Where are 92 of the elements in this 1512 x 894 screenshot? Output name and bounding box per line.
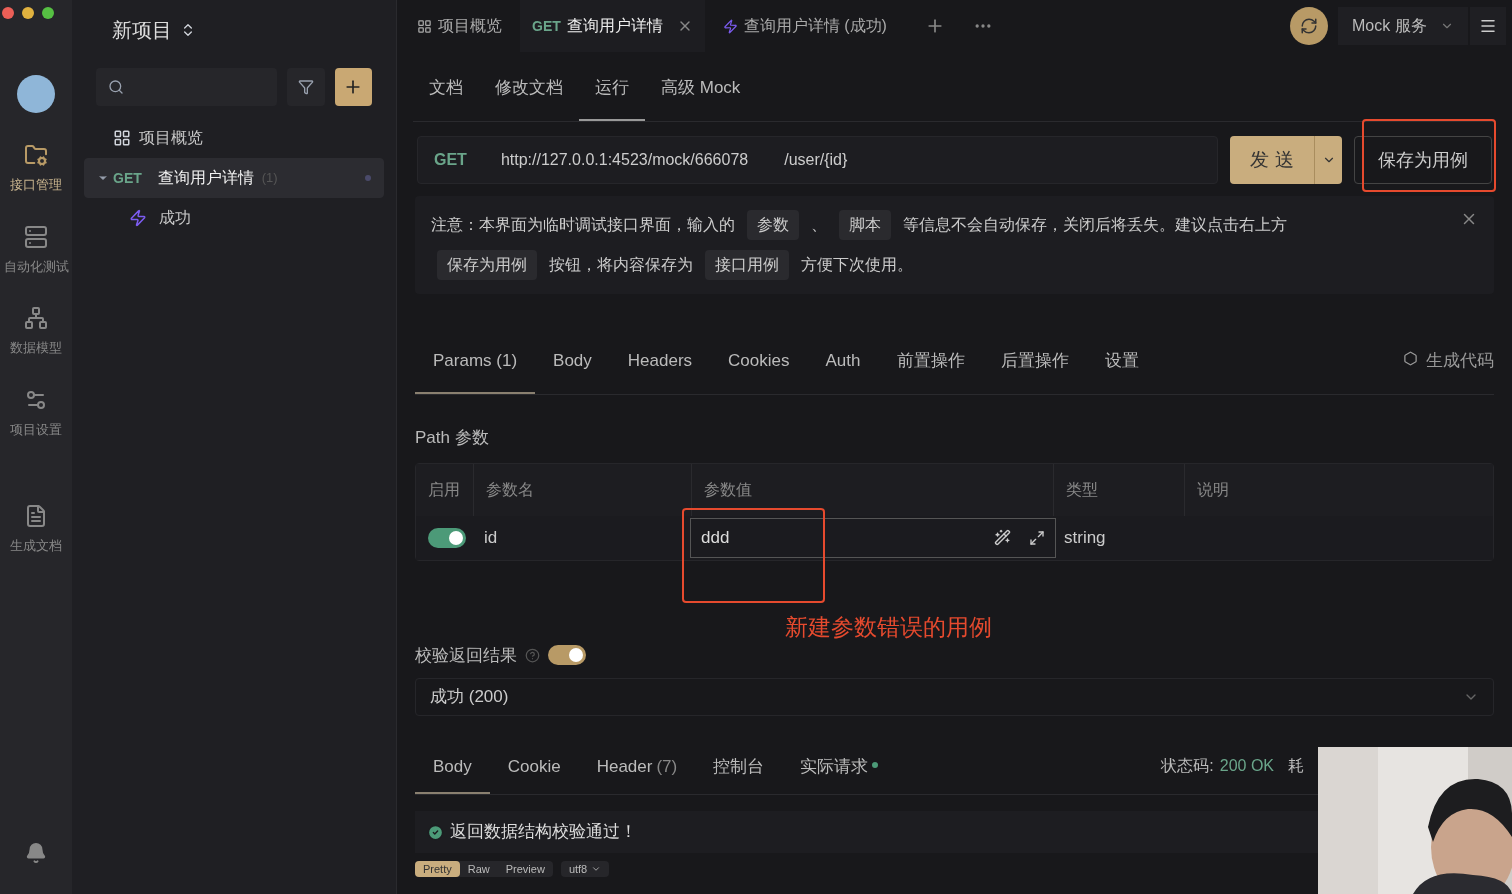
minimize-window-button[interactable] [22, 7, 34, 19]
doc-tab[interactable]: 文档 [413, 67, 479, 121]
response-tab[interactable]: 控制台 [695, 746, 783, 794]
column-header: 参数值 [692, 463, 1054, 516]
menu-icon [1479, 17, 1497, 35]
request-tab[interactable]: Cookies [710, 348, 808, 394]
doc-tab[interactable]: 运行 [579, 67, 645, 121]
search-icon [108, 79, 124, 95]
elapsed-label: 耗 [1288, 756, 1304, 776]
column-header: 启用 [416, 463, 474, 516]
editor-tab[interactable]: 项目概览 [405, 0, 514, 52]
filter-icon [297, 79, 314, 95]
value-field[interactable]: ddd [690, 517, 1056, 558]
response-tab[interactable]: 实际请求 [782, 746, 897, 794]
add-button[interactable] [334, 68, 372, 106]
service-select[interactable]: Mock 服务 [1338, 7, 1468, 45]
server-icon [24, 224, 48, 249]
column-header: 参数名 [474, 463, 692, 516]
nav-item[interactable]: 数据模型 [0, 306, 72, 358]
format-tab[interactable]: Raw [459, 861, 498, 877]
url-field[interactable]: GET http://127.0.0.1:4523/mock/666078 /user/{id} [417, 136, 1218, 184]
table-cell-text: string [1063, 526, 1107, 549]
section-title: Path 参数 [415, 427, 490, 449]
encoding-select[interactable]: utf8 [560, 861, 610, 877]
notice-text: 、 [811, 215, 827, 235]
notice-text: 注意：本界面为临时调试接口界面，输入的 [431, 215, 735, 235]
format-tab[interactable]: Pretty [415, 861, 460, 877]
format-tab[interactable]: Preview [497, 861, 553, 877]
status-value: 200 OK [1219, 756, 1274, 776]
notice-chip: 保存为用例 [437, 250, 537, 280]
search-field[interactable] [96, 68, 278, 106]
request-tab[interactable]: Auth [807, 348, 879, 394]
status-label: 状态码: [1161, 756, 1214, 776]
filter-button[interactable] [287, 68, 325, 106]
validate-switch[interactable] [548, 645, 586, 666]
bell-icon[interactable] [25, 842, 47, 864]
tree-item[interactable]: 项目概览 [84, 118, 384, 158]
tree-item[interactable]: 成功 [84, 198, 384, 238]
network-icon [24, 306, 48, 330]
save-as-case-button[interactable]: 保存为用例 [1354, 136, 1492, 184]
notice-chip: 接口用例 [705, 250, 789, 280]
response-tab[interactable]: Body [415, 746, 490, 794]
send-button[interactable]: 发 送 [1230, 136, 1314, 184]
help-icon[interactable] [525, 647, 540, 663]
close-window-button[interactable] [2, 7, 14, 19]
hexagon-icon [1403, 351, 1418, 366]
response-select[interactable]: 成功 (200) [415, 678, 1494, 716]
request-tab[interactable]: 前置操作 [878, 348, 983, 394]
folder-icon [24, 143, 48, 167]
request-tab[interactable]: 后置操作 [982, 348, 1087, 394]
validate-label: 校验返回结果 [415, 644, 517, 667]
notice-text: 等信息不会自动保存，关闭后将丢失。建议点击右上方 [903, 215, 1287, 235]
doc-tab[interactable]: 高级 Mock [645, 67, 757, 121]
notice-chip: 脚本 [839, 210, 891, 240]
notice-text: 按钮，将内容保存为 [549, 255, 693, 275]
sync-button[interactable] [1290, 7, 1328, 45]
generate-code-button[interactable]: 生成代码 [1403, 348, 1494, 394]
project-name[interactable]: 新项目 [112, 15, 172, 45]
refresh-icon [1300, 17, 1318, 35]
magic-wand-icon[interactable] [994, 529, 1011, 546]
editor-tab[interactable]: GET 查询用户详情 [520, 0, 705, 52]
document-icon [24, 504, 48, 528]
validation-message: 返回数据结构校验通过！ [450, 821, 637, 844]
request-tab[interactable]: 设置 [1086, 348, 1157, 394]
grid-icon [417, 18, 432, 34]
column-header: 类型 [1054, 463, 1185, 516]
notice-chip: 参数 [747, 210, 799, 240]
check-icon [427, 823, 444, 841]
editor-tab[interactable]: 查询用户详情 (成功) [710, 0, 899, 52]
maximize-window-button[interactable] [42, 7, 54, 19]
notice-text: 方便下次使用。 [801, 255, 913, 275]
lightning-icon [129, 209, 147, 227]
column-header: 说明 [1196, 479, 1230, 500]
response-tab[interactable]: Cookie [489, 746, 579, 794]
request-tab[interactable]: Params (1) [415, 348, 536, 394]
menu-button[interactable] [1470, 7, 1506, 45]
nav-item[interactable]: 接口管理 [0, 143, 72, 195]
request-tab[interactable]: Body [535, 348, 610, 394]
grid-icon [113, 129, 131, 147]
nav-item[interactable]: 自动化测试 [0, 224, 72, 276]
request-tab[interactable]: Headers [609, 348, 711, 394]
table-cell-text: id [483, 526, 499, 549]
doc-tab[interactable]: 修改文档 [479, 67, 579, 121]
avatar[interactable] [17, 75, 55, 113]
response-tab[interactable]: Header (7) [578, 746, 696, 794]
annotation-text: 新建参数错误的用例 [785, 612, 993, 641]
expand-icon[interactable] [1029, 529, 1045, 546]
lightning-icon [722, 18, 738, 34]
chevron-icon [591, 864, 602, 874]
enable-switch[interactable] [428, 527, 466, 548]
nav-item[interactable]: 项目设置 [0, 387, 72, 439]
nav-item[interactable]: 生成文档 [0, 504, 72, 556]
